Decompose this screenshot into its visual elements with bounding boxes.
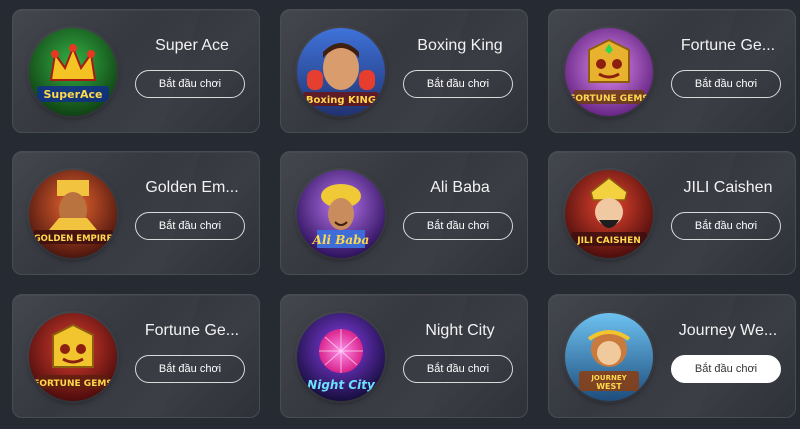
game-thumbnail[interactable]: JOURNEY WEST	[565, 313, 653, 401]
play-button[interactable]: Bắt đầu chơi	[403, 355, 513, 383]
play-button[interactable]: Bắt đầu chơi	[135, 355, 245, 383]
game-card-fortune-gems-2[interactable]: FORTUNE GEMS Fortune Ge... Bắt đầu chơi	[12, 294, 260, 418]
game-card-journey-west[interactable]: JOURNEY WEST Journey We... Bắt đầu chơi	[548, 294, 796, 418]
game-title: Golden Em...	[145, 179, 239, 196]
play-button[interactable]: Bắt đầu chơi	[135, 70, 245, 98]
svg-text:FORTUNE GEMS: FORTUNE GEMS	[569, 94, 649, 104]
svg-text:Night City: Night City	[307, 378, 376, 392]
svg-text:WEST: WEST	[596, 382, 622, 391]
game-thumbnail[interactable]: Ali Baba	[297, 170, 385, 258]
game-thumbnail[interactable]: GOLDEN EMPIRE	[29, 170, 117, 258]
svg-text:Boxing KING: Boxing KING	[306, 95, 376, 106]
play-button[interactable]: Bắt đầu chơi	[135, 212, 245, 240]
game-card-fortune-gems[interactable]: FORTUNE GEMS Fortune Ge... Bắt đầu chơi	[548, 9, 796, 133]
game-card-golden-empire[interactable]: GOLDEN EMPIRE Golden Em... Bắt đầu chơi	[12, 151, 260, 275]
game-thumbnail[interactable]: SuperAce	[29, 28, 117, 116]
game-thumbnail[interactable]: JILI CAISHEN	[565, 170, 653, 258]
game-title: Fortune Ge...	[680, 37, 776, 54]
game-card-night-city[interactable]: Night City Night City Bắt đầu chơi	[280, 294, 528, 418]
game-thumbnail[interactable]: FORTUNE GEMS	[565, 28, 653, 116]
game-card-ali-baba[interactable]: Ali Baba Ali Baba Bắt đầu chơi	[280, 151, 528, 275]
game-thumbnail[interactable]: Night City	[297, 313, 385, 401]
play-button[interactable]: Bắt đầu chơi	[671, 212, 781, 240]
svg-text:SuperAce: SuperAce	[43, 88, 102, 101]
game-title: Ali Baba	[430, 179, 490, 196]
play-button[interactable]: Bắt đầu chơi	[403, 70, 513, 98]
game-title: Journey We...	[678, 322, 778, 339]
svg-text:FORTUNE GEMS: FORTUNE GEMS	[33, 379, 113, 389]
play-button[interactable]: Bắt đầu chơi	[671, 355, 781, 383]
svg-text:Ali Baba: Ali Baba	[312, 233, 370, 247]
game-thumbnail[interactable]: FORTUNE GEMS	[29, 313, 117, 401]
game-title: Super Ace	[155, 37, 229, 54]
game-title: Boxing King	[417, 37, 503, 54]
game-thumbnail[interactable]: Boxing KING	[297, 28, 385, 116]
play-button[interactable]: Bắt đầu chơi	[403, 212, 513, 240]
game-card-boxing-king[interactable]: Boxing KING Boxing King Bắt đầu chơi	[280, 9, 528, 133]
game-title: Fortune Ge...	[144, 322, 240, 339]
svg-text:GOLDEN EMPIRE: GOLDEN EMPIRE	[34, 234, 113, 244]
game-title: Night City	[425, 322, 495, 339]
game-card-jili-caishen[interactable]: JILI CAISHEN JILI Caishen Bắt đầu chơi	[548, 151, 796, 275]
svg-text:JOURNEY: JOURNEY	[590, 374, 627, 382]
game-title: JILI Caishen	[683, 179, 773, 196]
play-button[interactable]: Bắt đầu chơi	[671, 70, 781, 98]
game-grid: SuperAce Super Ace Bắt đầu chơi Boxing K…	[0, 0, 800, 429]
game-card-super-ace[interactable]: SuperAce Super Ace Bắt đầu chơi	[12, 9, 260, 133]
svg-text:JILI CAISHEN: JILI CAISHEN	[576, 236, 641, 246]
